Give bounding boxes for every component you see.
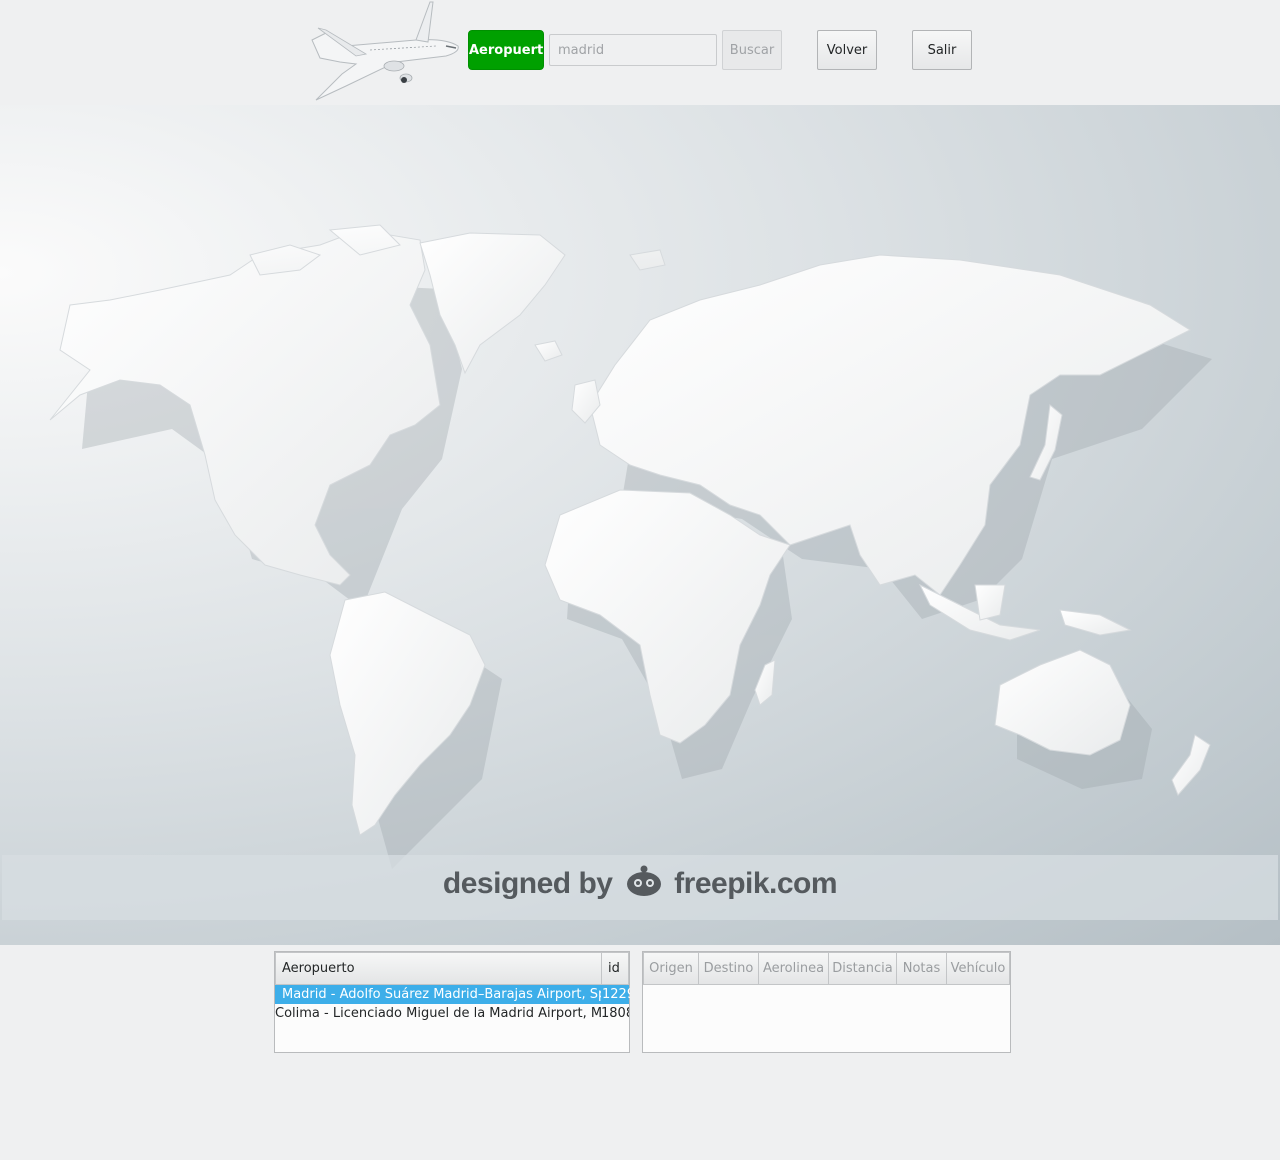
new-guinea	[1059, 609, 1132, 636]
column-header-destination[interactable]: Destino	[698, 952, 759, 985]
column-header-destination-label: Destino	[703, 961, 754, 976]
column-header-airport[interactable]: Aeropuerto	[275, 952, 602, 985]
world-map: designed by freepik.com	[0, 105, 1280, 945]
airport-name-cell: Madrid - Adolfo Suárez Madrid–Barajas Ai…	[282, 987, 601, 1002]
airplane-icon	[311, 1, 459, 101]
australia	[994, 649, 1131, 756]
routes-table[interactable]: Origen Destino Aerolinea Distancia Notas…	[642, 951, 1011, 1053]
column-header-airport-label: Aeropuerto	[282, 961, 355, 976]
iceland	[534, 340, 563, 362]
back-button[interactable]: Volver	[817, 30, 877, 70]
column-header-distance[interactable]: Distancia	[828, 952, 897, 985]
airport-name-cell: Colima - Licenciado Miguel de la Madrid …	[275, 1006, 601, 1021]
credit-text: designed by freepik.com	[2, 865, 1278, 901]
column-header-airline[interactable]: Aerolinea	[758, 952, 829, 985]
column-header-id[interactable]: id	[601, 952, 629, 985]
world-map-image	[49, 224, 1212, 869]
column-header-origin-label: Origen	[649, 961, 693, 976]
column-header-id-label: id	[608, 961, 620, 976]
airport-mode-button[interactable]: Aeropuerto	[468, 30, 544, 70]
borneo	[974, 584, 1006, 621]
credit-designed-by: designed by	[442, 867, 613, 900]
credit-freepik: freepik.com	[674, 867, 838, 900]
airport-id-cell: 1808	[601, 1006, 629, 1021]
column-header-notes-label: Notas	[902, 961, 941, 976]
new-zealand	[1171, 734, 1211, 796]
credit-band: designed by freepik.com	[2, 855, 1278, 920]
column-header-notes[interactable]: Notas	[896, 952, 947, 985]
toolbar: Aeropuerto Buscar Volver Salir	[0, 0, 1280, 105]
table-row[interactable]: Colima - Licenciado Miguel de la Madrid …	[275, 1004, 629, 1023]
column-header-vehicle[interactable]: Vehículo	[946, 952, 1010, 985]
freepik-logo-icon	[627, 865, 662, 896]
airport-results-table[interactable]: Aeropuerto id Madrid - Adolfo Suárez Mad…	[274, 951, 630, 1053]
table-row[interactable]: Madrid - Adolfo Suárez Madrid–Barajas Ai…	[275, 985, 630, 1004]
search-button[interactable]: Buscar	[722, 30, 782, 70]
airport-id-cell: 1229	[602, 987, 630, 1002]
exit-button[interactable]: Salir	[912, 30, 972, 70]
airport-mode-label: Aeropuerto	[469, 42, 544, 58]
column-header-distance-label: Distancia	[832, 961, 893, 976]
column-header-airline-label: Aerolinea	[762, 961, 825, 976]
back-button-label: Volver	[826, 42, 868, 58]
column-header-origin[interactable]: Origen	[643, 952, 699, 985]
search-button-label: Buscar	[729, 42, 775, 58]
column-header-vehicle-label: Vehículo	[950, 961, 1006, 976]
exit-button-label: Salir	[927, 42, 957, 58]
search-input[interactable]	[549, 34, 717, 66]
